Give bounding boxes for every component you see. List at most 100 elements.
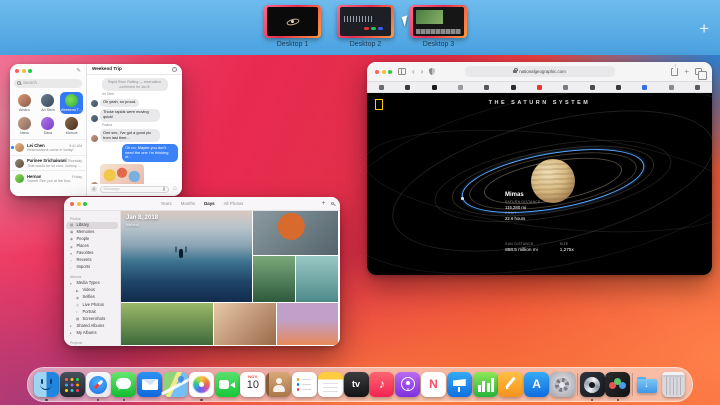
compose-icon[interactable]: ✎ (76, 68, 81, 75)
dock-icon-mail[interactable] (137, 372, 162, 397)
photos-sidebar-item[interactable]: ▣ Memories (66, 229, 118, 236)
favorite-favicon[interactable] (563, 85, 568, 90)
photos-sidebar-item[interactable]: ◎ Live Photos (66, 301, 118, 308)
messages-window[interactable]: ✎ Search Amara Ari Stein Weekend Trip Na… (10, 64, 182, 196)
photos-sidebar-item[interactable]: ♥ Favorites (66, 250, 118, 257)
favorite-favicon[interactable] (511, 85, 516, 90)
favorite-favicon[interactable] (537, 85, 542, 90)
pinned-conversation[interactable]: Ari Stein (37, 92, 60, 114)
forward-button[interactable]: › (421, 68, 424, 76)
dock-icon-notes[interactable] (318, 372, 343, 397)
dock-icon-numbers[interactable] (473, 372, 498, 397)
favorite-favicon[interactable] (484, 85, 489, 90)
dock-icon-calendar[interactable]: NOV 10 (240, 372, 265, 397)
address-bar[interactable]: nationalgeographic.com (465, 66, 615, 77)
share-icon[interactable] (671, 68, 678, 76)
favorite-favicon[interactable] (669, 85, 674, 90)
pinned-conversation[interactable]: Weekend Trip (60, 92, 83, 114)
dock-icon-launchpad[interactable] (60, 372, 85, 397)
traffic-lights[interactable] (15, 69, 32, 73)
photo-glacier[interactable] (296, 256, 338, 302)
dock-icon-system-preferences[interactable] (550, 372, 575, 397)
dock-icon-davinci-resolve[interactable] (605, 372, 630, 397)
photo-sunset[interactable] (277, 303, 338, 345)
dock-icon-safari[interactable] (86, 372, 111, 397)
dock-icon-pages[interactable] (498, 372, 523, 397)
tab-overview-icon[interactable] (695, 68, 702, 75)
pinned-conversation[interactable]: Marcus (60, 115, 83, 137)
photos-window[interactable]: YearsMonthsDaysAll Photos + Photos ▦ Lib… (64, 197, 340, 346)
view-tab[interactable]: All Photos (224, 201, 244, 206)
favorite-favicon[interactable] (590, 85, 595, 90)
dock-icon-music[interactable]: ♪ (369, 372, 394, 397)
photos-sidebar-item[interactable]: ▦ Library (66, 222, 118, 229)
dock-icon-maps[interactable] (163, 372, 188, 397)
view-tab[interactable]: Months (181, 201, 195, 206)
sidebar-toggle-icon[interactable] (398, 68, 406, 75)
dock-icon-trash[interactable] (662, 372, 685, 397)
add-desktop-button[interactable]: + (699, 19, 709, 39)
search-icon[interactable] (331, 202, 335, 206)
dock-icon-downloads[interactable]: ↓ (635, 372, 660, 397)
traffic-lights[interactable] (375, 70, 392, 74)
dock-icon-news[interactable]: N (421, 372, 446, 397)
dock-icon-reminders[interactable] (292, 372, 317, 397)
dock-icon-cinema4d[interactable] (580, 372, 605, 397)
new-tab-button[interactable]: + (684, 68, 689, 76)
photos-sidebar-item[interactable]: ▦ Screenshots (66, 316, 118, 323)
photos-sidebar-item[interactable]: ↓ Imports (66, 264, 118, 271)
info-icon[interactable]: i (172, 67, 177, 72)
desktop-3[interactable]: Desktop 3 (410, 5, 467, 49)
photos-sidebar-item[interactable]: ◔ Recents (66, 257, 118, 264)
message-input[interactable]: iMessage (100, 186, 170, 193)
dock-icon-finder[interactable] (34, 372, 59, 397)
desktop-1[interactable]: Desktop 1 (264, 5, 321, 49)
photos-sidebar-item[interactable]: ◈ Places (66, 243, 118, 250)
photos-sidebar-item[interactable]: ▸ My Albums (66, 330, 118, 337)
dock-icon-keynote[interactable] (447, 372, 472, 397)
pinned-conversation[interactable]: Nana (13, 115, 36, 137)
favorite-favicon[interactable] (379, 85, 384, 90)
photo-group-selfie[interactable] (214, 303, 276, 345)
photo-waterfall[interactable] (253, 256, 295, 302)
favorite-favicon[interactable] (616, 85, 621, 90)
favorite-favicon[interactable] (458, 85, 463, 90)
search-input[interactable]: Search (14, 79, 82, 88)
pinned-conversation[interactable]: Amara (13, 92, 36, 114)
emoji-icon[interactable]: ☺ (172, 186, 178, 192)
dock-icon-messages[interactable] (111, 372, 136, 397)
dock-icon-app-store[interactable]: A (524, 372, 549, 397)
memoji-image-attachment[interactable] (100, 164, 144, 184)
pinned-conversation[interactable]: Dana (37, 115, 60, 137)
view-tab[interactable]: Days (204, 201, 215, 206)
view-tab[interactable]: Years (161, 201, 172, 206)
photos-sidebar-item[interactable]: Photos (66, 216, 118, 222)
photo-landscape[interactable] (121, 303, 213, 345)
photos-sidebar-item[interactable]: ▸ Shared Albums (66, 323, 118, 330)
photos-sidebar-item[interactable]: ▶ Videos (66, 287, 118, 294)
dock-icon-tv[interactable]: tv (344, 372, 369, 397)
mic-icon[interactable] (163, 187, 165, 191)
safari-window[interactable]: ‹ › nationalgeographic.com + THE SATURN … (367, 62, 712, 275)
back-button[interactable]: ‹ (412, 68, 415, 76)
favorite-favicon[interactable] (642, 85, 647, 90)
favorite-favicon[interactable] (432, 85, 437, 90)
desktop-2-thumbnail[interactable] (337, 5, 394, 38)
imessage-apps-icon[interactable]: A (91, 186, 97, 192)
conversation-row[interactable]: Parinee SrichaiwanitThursday That would … (10, 155, 86, 171)
favorite-favicon[interactable] (405, 85, 410, 90)
favorite-favicon[interactable] (695, 85, 700, 90)
conversation-row[interactable]: HernanFriday Sweet! See you at the bus. (10, 170, 86, 186)
photos-sidebar-item[interactable]: ▾ Media Types (66, 280, 118, 287)
dock-icon-podcasts[interactable] (395, 372, 420, 397)
desktop-1-thumbnail[interactable] (264, 5, 321, 38)
photos-sidebar-item[interactable]: ◐ Portrait (66, 309, 118, 316)
photo-orange-jacket[interactable] (253, 211, 338, 255)
desktop-3-thumbnail[interactable] (410, 5, 467, 38)
photo-hero-lagoon[interactable]: Jan 8, 2018 Iceland (121, 211, 252, 302)
photos-sidebar-item[interactable]: ◉ Selfies (66, 294, 118, 301)
photos-sidebar-item[interactable]: ◉ People (66, 236, 118, 243)
photos-sidebar-item[interactable]: Projects (66, 339, 118, 345)
dock-icon-facetime[interactable] (215, 372, 240, 397)
dock-icon-contacts[interactable] (266, 372, 291, 397)
